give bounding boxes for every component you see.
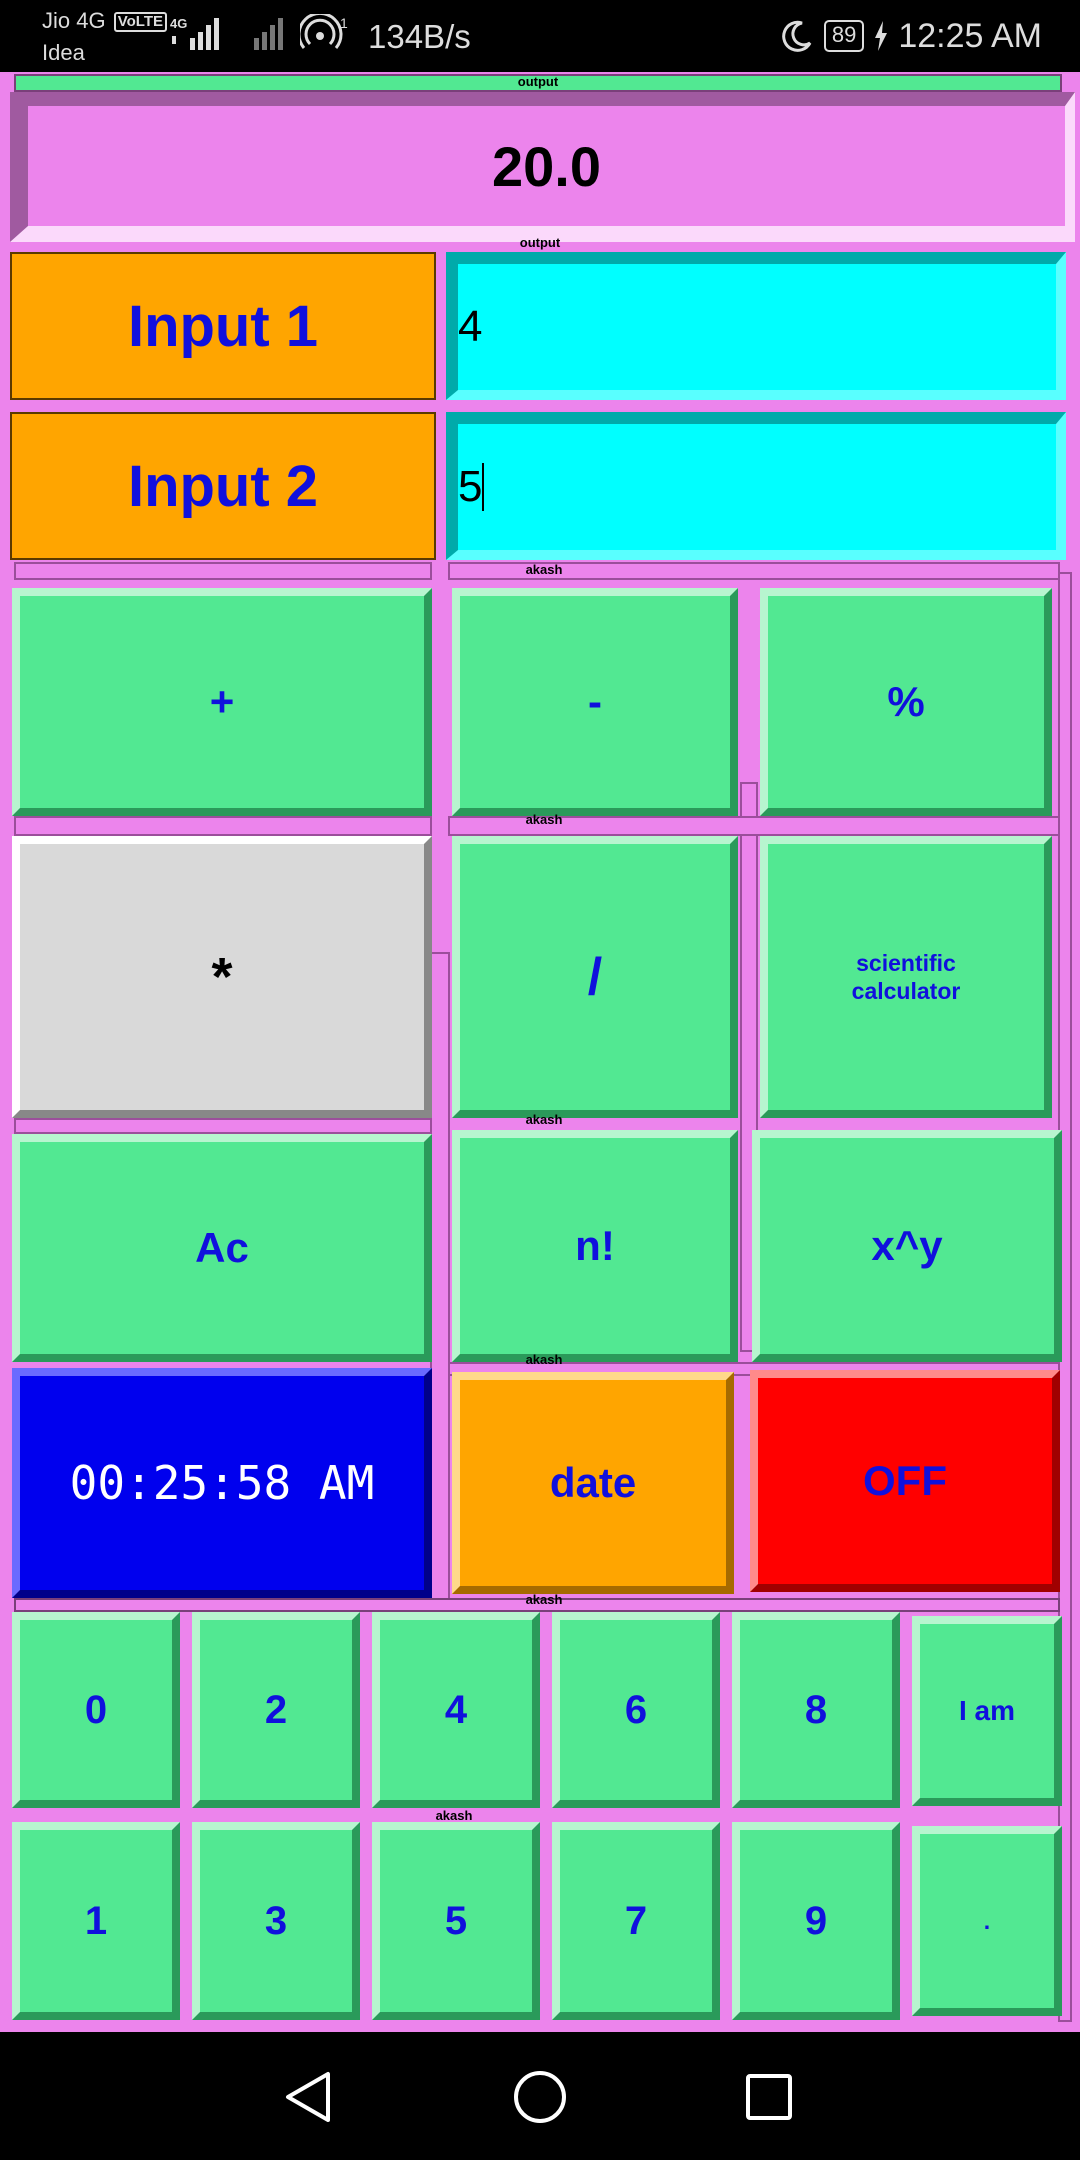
multiply-button[interactable]: * (12, 836, 432, 1118)
akash-label: akash (525, 812, 563, 827)
calculator-app: output 20.0 output Input 1 4 Input 2 5 a… (0, 72, 1080, 2032)
recents-icon[interactable] (734, 2062, 804, 2132)
digit-9-button[interactable]: 9 (732, 1822, 900, 2020)
navigation-bar (0, 2032, 1080, 2160)
akash-label: akash (525, 1112, 563, 1127)
i-am-button[interactable]: I am (912, 1616, 1062, 1806)
input-2-field[interactable]: 5 (446, 412, 1066, 560)
digit-4-button[interactable]: 4 (372, 1612, 540, 1808)
back-icon[interactable] (274, 2062, 344, 2132)
carrier-secondary: Idea (42, 40, 85, 65)
subtract-button[interactable]: - (452, 588, 738, 816)
status-clock: 12:25 AM (898, 16, 1042, 55)
akash-label: akash (525, 1592, 563, 1607)
decimal-point-button[interactable]: . (912, 1826, 1062, 2016)
akash-label: akash (525, 562, 563, 577)
volte-badge: VoLTE (113, 12, 167, 32)
input-2-label: Input 2 (10, 412, 436, 560)
power-button[interactable]: x^y (752, 1130, 1062, 1362)
input-1-field[interactable]: 4 (446, 252, 1066, 400)
row-separator (14, 562, 432, 580)
carrier-primary: Jio 4G VoLTE (42, 8, 167, 34)
net-speed: 134B/s (368, 18, 471, 55)
signal-strength-icon: 4G (170, 16, 219, 50)
status-bar: Jio 4G VoLTE Idea 4G 1 134B/s 89 12:25 A… (0, 0, 1080, 72)
signal-strength-2-icon (254, 18, 283, 50)
clock-button[interactable]: 00:25:58 AM (12, 1368, 432, 1598)
input-1-value: 4 (458, 302, 483, 351)
hotspot-icon: 1 (300, 14, 348, 49)
scientific-label: scientific calculator (852, 949, 961, 1005)
output-display: 20.0 (10, 92, 1075, 242)
digit-6-button[interactable]: 6 (552, 1612, 720, 1808)
clear-button[interactable]: Ac (12, 1134, 432, 1362)
battery-icon: 89 (823, 20, 865, 52)
hotspot-count: 1 (340, 15, 348, 31)
akash-label: akash (435, 1808, 473, 1823)
input-1-label: Input 1 (10, 252, 436, 400)
output-strip-bottom: output (519, 235, 561, 250)
factorial-button[interactable]: n! (452, 1130, 738, 1362)
digit-0-button[interactable]: 0 (12, 1612, 180, 1808)
scientific-line-1: scientific (856, 950, 956, 976)
carrier-primary-label: Jio 4G (42, 8, 106, 33)
digit-2-button[interactable]: 2 (192, 1612, 360, 1808)
output-value: 20.0 (492, 134, 601, 198)
input-2-value: 5 (458, 462, 483, 511)
moon-icon (782, 20, 812, 52)
text-caret (482, 463, 485, 511)
network-type-label: 4G (170, 16, 187, 31)
charging-bolt-icon (875, 21, 888, 51)
akash-label: akash (525, 1352, 563, 1367)
row-separator (14, 816, 432, 836)
date-button[interactable]: date (452, 1372, 734, 1594)
output-strip-top: output (14, 74, 1062, 92)
scientific-line-2: calculator (851, 978, 961, 1004)
status-right-group: 89 12:25 AM (780, 12, 1042, 60)
off-button[interactable]: OFF (750, 1370, 1060, 1592)
add-button[interactable]: + (12, 588, 432, 816)
home-icon[interactable] (505, 2062, 575, 2132)
digit-8-button[interactable]: 8 (732, 1612, 900, 1808)
battery-level: 89 (831, 22, 857, 47)
left-rail (430, 952, 450, 1662)
digit-5-button[interactable]: 5 (372, 1822, 540, 2020)
digit-7-button[interactable]: 7 (552, 1822, 720, 2020)
output-strip-label: output (517, 74, 559, 89)
scientific-calculator-button[interactable]: scientific calculator (760, 836, 1052, 1118)
digit-1-button[interactable]: 1 (12, 1822, 180, 2020)
divide-button[interactable]: / (452, 836, 738, 1118)
digit-3-button[interactable]: 3 (192, 1822, 360, 2020)
row-separator (14, 1118, 432, 1134)
percent-button[interactable]: % (760, 588, 1052, 816)
